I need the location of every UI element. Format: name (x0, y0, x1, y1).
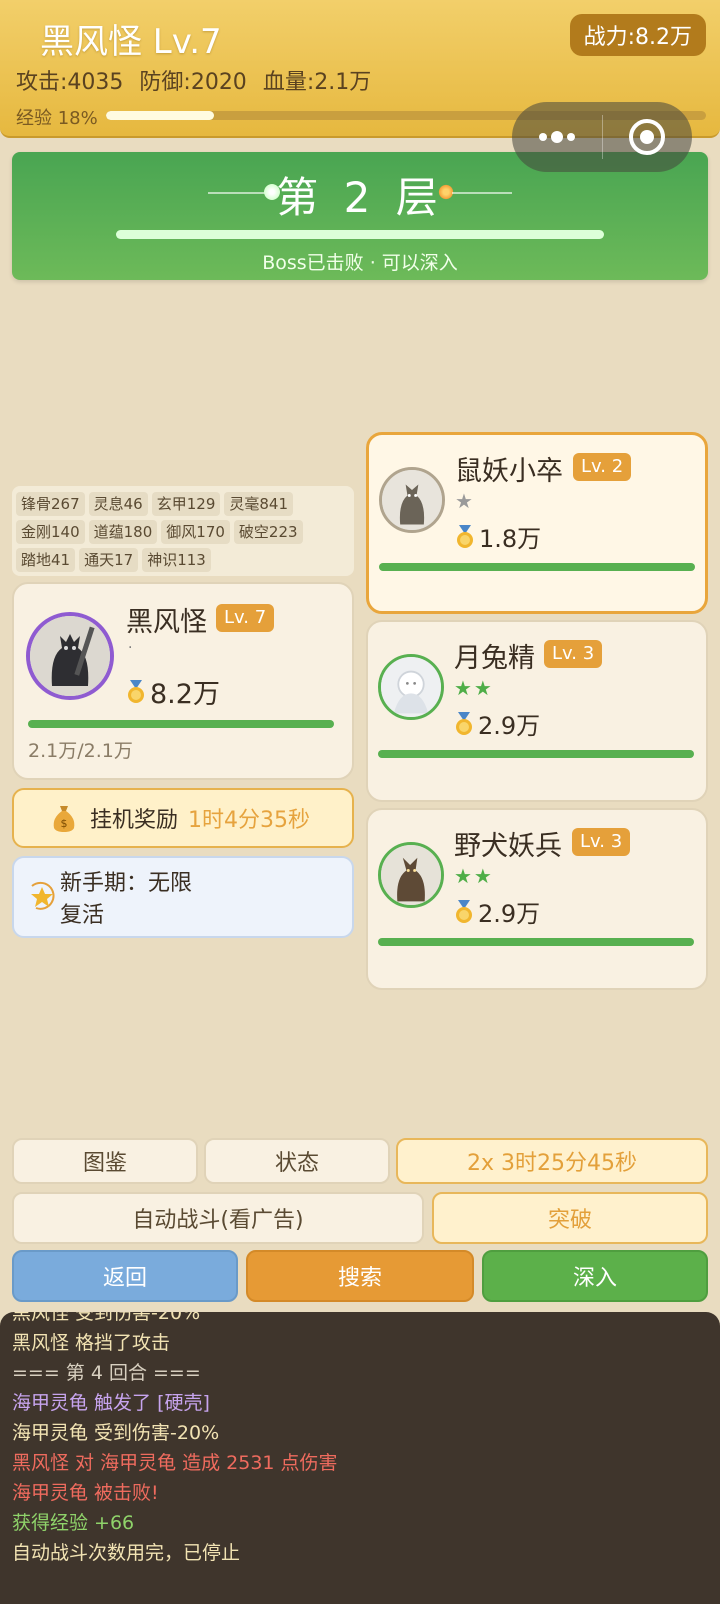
more-menu-button[interactable] (512, 102, 602, 172)
player-stats: 攻击:4035 防御:2020 血量:2.1万 (16, 64, 371, 96)
attribute-tag: 锋骨267 (16, 492, 85, 516)
rabbit-figure-icon (381, 657, 441, 717)
floor-title: 第 2 层 (276, 173, 444, 222)
hero-stars: · (128, 640, 133, 656)
hero-hp-text: 2.1万/2.1万 (28, 740, 133, 762)
money-bag-icon: $ (53, 806, 75, 832)
attribute-tag: 玄甲129 (151, 492, 221, 516)
enemy-power: 2.9万 (454, 894, 540, 929)
enemy-power: 1.8万 (455, 519, 541, 554)
dog-figure-icon (381, 845, 441, 905)
speed-boost-button[interactable]: 2x 3时25分45秒 (396, 1138, 708, 1184)
enemy-hp-bar (378, 750, 694, 758)
werewolf-figure-icon (30, 616, 110, 696)
log-line: 黑风怪 格挡了攻击 (12, 1332, 171, 1354)
log-line: 海甲灵龟 受到伤害-20% (12, 1422, 220, 1444)
enemy-level-badge: Lv. 3 (544, 640, 603, 668)
enemy-level-badge: Lv. 3 (572, 828, 631, 856)
gold-medal-icon (456, 899, 472, 923)
attribute-tag: 灵毫841 (224, 492, 294, 516)
revive-line-2: 复活 (60, 903, 105, 928)
attribute-tag: 道蕴180 (88, 520, 158, 544)
dog-soldier-avatar (378, 842, 444, 908)
hero-level-badge: Lv. 7 (216, 604, 275, 632)
log-line: 自动战斗次数用完，已停止 (12, 1542, 241, 1564)
star-revive-icon (31, 881, 55, 910)
enemy-stars: ★★ (454, 864, 494, 888)
battle-log[interactable]: 黑风怪 受到伤害-20% 黑风怪 格挡了攻击 === 第 4 回合 === 海甲灵龟 … (0, 1312, 720, 1604)
gold-medal-icon (457, 524, 473, 548)
revive-line-1: 新手期：无限 (60, 871, 193, 896)
enemy-power-value: 1.8万 (479, 525, 542, 553)
rabbit-spirit-avatar (378, 654, 444, 720)
breakthrough-button[interactable]: 突破 (432, 1192, 708, 1244)
attribute-tag: 神识113 (142, 548, 211, 572)
werewolf-warrior-avatar (26, 612, 114, 700)
log-line: 获得经验 +66 (12, 1512, 135, 1534)
codex-button[interactable]: 图鉴 (12, 1138, 198, 1184)
enemy-card-2[interactable]: 月兔精 Lv. 3 ★★ 2.9万 (366, 620, 708, 802)
exp-label: 经验 18% (16, 108, 98, 129)
enemy-name: 鼠妖小卒 (455, 456, 563, 487)
attribute-tag: 灵息46 (88, 492, 148, 516)
rat-soldier-avatar (379, 467, 445, 533)
auto-battle-button[interactable]: 自动战斗(看广告) (12, 1192, 424, 1244)
enemy-card-3[interactable]: 野犬妖兵 Lv. 3 ★★ 2.9万 (366, 808, 708, 990)
hero-card[interactable]: 黑风怪 Lv. 7 · 8.2万 2.1万/2.1万 (12, 582, 354, 780)
enemy-card-1[interactable]: 鼠妖小卒 Lv. 2 ★ 1.8万 (366, 432, 708, 614)
attribute-tag: 金刚140 (16, 520, 85, 544)
gold-medal-icon (128, 679, 144, 703)
attribute-tag: 破空223 (233, 520, 303, 544)
miniprogram-capsule (512, 102, 692, 172)
log-line: === 第 4 回合 === (12, 1362, 201, 1384)
enemy-hp-bar (379, 563, 695, 571)
target-close-icon (629, 119, 666, 155)
log-line: 海甲灵龟 被击败! (12, 1482, 159, 1504)
revive-info: 新手期：无限 复活 (12, 856, 354, 938)
hero-hp-bar (28, 720, 334, 728)
back-button[interactable]: 返回 (12, 1250, 238, 1302)
idle-reward-timer: 1时4分35秒 (188, 808, 311, 833)
svg-text:$: $ (61, 817, 68, 830)
attribute-tag: 通天17 (79, 548, 139, 572)
hero-name: 黑风怪 (126, 607, 207, 638)
attribute-tag: 御风170 (161, 520, 230, 544)
attribute-tags: 锋骨267 灵息46 玄甲129 灵毫841 金刚140 道蕴180 御风170 破空223 踏… (12, 486, 354, 576)
status-button[interactable]: 状态 (204, 1138, 390, 1184)
enemy-power-value: 2.9万 (478, 900, 541, 928)
idle-reward-label: 挂机奖励 (90, 808, 179, 833)
close-miniprogram-button[interactable] (603, 102, 693, 172)
hp-stat: 血量:2.1万 (262, 70, 372, 95)
log-line: 黑风怪 受到伤害-20% (12, 1312, 201, 1324)
rat-figure-icon (382, 470, 442, 530)
enemy-power: 2.9万 (454, 706, 540, 741)
attribute-tag: 踏地41 (16, 548, 76, 572)
search-button[interactable]: 搜索 (246, 1250, 474, 1302)
log-line: 海甲灵龟 触发了 [硬壳] (12, 1392, 210, 1414)
go-deeper-button[interactable]: 深入 (482, 1250, 708, 1302)
enemy-stars: ★ (455, 489, 475, 513)
idle-reward-button[interactable]: $ 挂机奖励 1时4分35秒 (12, 788, 354, 848)
battle-log-lines: 黑风怪 受到伤害-20% 黑风怪 格挡了攻击 === 第 4 回合 === 海甲灵龟 … (12, 1312, 708, 1568)
player-title: 黑风怪 Lv.7 (40, 22, 222, 62)
attack-stat: 攻击:4035 (16, 70, 124, 95)
floor-progress-bar (116, 230, 604, 239)
defense-stat: 防御:2020 (139, 70, 247, 95)
hero-power: 8.2万 (126, 672, 220, 711)
enemy-name: 月兔精 (454, 643, 535, 674)
power-badge: 战力:8.2万 (569, 14, 706, 56)
enemy-stars: ★★ (454, 676, 494, 700)
enemy-power-value: 2.9万 (478, 712, 541, 740)
enemy-level-badge: Lv. 2 (573, 453, 632, 481)
log-line: 黑风怪 对 海甲灵龟 造成 2531 点伤害 (12, 1452, 338, 1474)
exp-bar-fill (106, 111, 214, 120)
enemy-hp-bar (378, 938, 694, 946)
enemy-name: 野犬妖兵 (454, 831, 562, 862)
gold-medal-icon (456, 711, 472, 735)
more-dots-icon (538, 131, 575, 143)
floor-status: Boss已击败 · 可以深入 (262, 252, 458, 274)
hero-power-value: 8.2万 (150, 679, 220, 710)
